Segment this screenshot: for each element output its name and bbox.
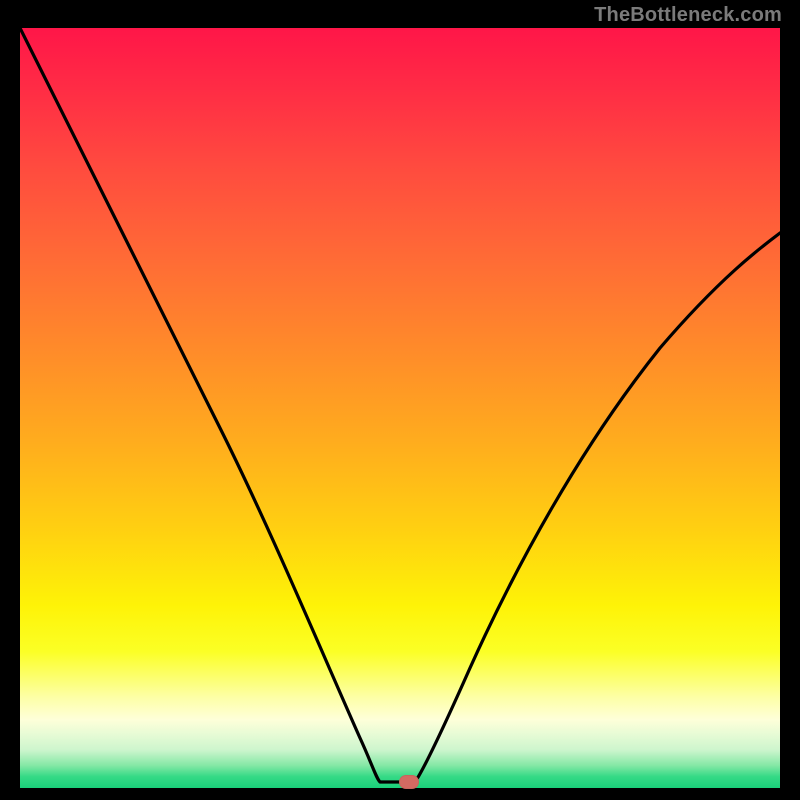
bottleneck-curve bbox=[20, 28, 780, 788]
app-frame: TheBottleneck.com bbox=[0, 0, 800, 800]
chart-plot-area bbox=[20, 28, 780, 788]
curve-path bbox=[20, 28, 780, 782]
watermark-text: TheBottleneck.com bbox=[594, 4, 782, 27]
minimum-marker bbox=[399, 775, 419, 789]
